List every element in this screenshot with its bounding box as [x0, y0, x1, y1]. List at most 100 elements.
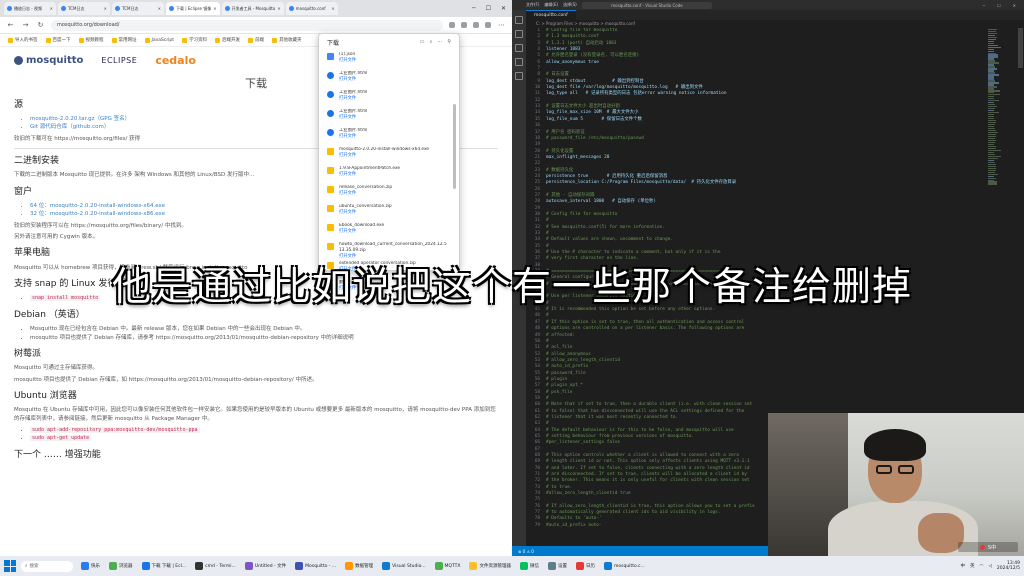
- folder-icon[interactable]: ▭: [420, 39, 425, 45]
- download-item[interactable]: 工业图片.html 打开文件: [319, 126, 459, 145]
- maximize-button[interactable]: ☐: [486, 5, 491, 12]
- browser-tab[interactable]: 开发者工具 - Mosquitto ✕: [221, 2, 284, 15]
- bookmark-item[interactable]: JavaScript: [144, 37, 174, 43]
- url-input[interactable]: mosquitto.org/download/: [51, 19, 443, 31]
- bookmark-item[interactable]: 前端: [248, 37, 264, 43]
- open-file-link[interactable]: 打开文件: [339, 77, 451, 83]
- taskbar-app[interactable]: Untitled - 文件: [242, 559, 289, 573]
- clock[interactable]: 13:49 2024/12/5: [997, 561, 1020, 572]
- taskbar-app[interactable]: 数据管理: [342, 559, 376, 573]
- browser-tab[interactable]: 播放日志 - 视频 ✕: [4, 2, 56, 15]
- downloads-scrollbar[interactable]: [453, 104, 456, 189]
- bookmark-item[interactable]: 其他收藏夹: [272, 37, 302, 43]
- open-file-link[interactable]: 打开文件: [339, 191, 451, 197]
- more-icon[interactable]: ⋯: [437, 39, 442, 45]
- menu-item[interactable]: 编辑(E): [544, 2, 558, 8]
- open-file-link[interactable]: 打开文件: [339, 115, 451, 121]
- taskbar-app[interactable]: 浏览器: [106, 559, 136, 573]
- download-item[interactable]: mosquitto-2.0.20-install-windows-x64.exe…: [319, 145, 459, 164]
- taskbar-app[interactable]: 文件资源管理器: [466, 559, 514, 573]
- extension-icon[interactable]: [461, 22, 467, 28]
- bookmark-item[interactable]: 视频教程: [78, 37, 104, 43]
- problems-status[interactable]: ⊗ 0 ⚠ 0: [518, 549, 534, 554]
- browser-tab-active[interactable]: 下载 | Eclipse 镜像 ✕: [166, 2, 220, 15]
- bookmark-item[interactable]: 学习资料: [182, 37, 207, 43]
- mosquitto-logo[interactable]: mosquitto: [14, 55, 83, 66]
- bookmark-item[interactable]: 常用网址: [111, 37, 137, 43]
- tab-close-icon[interactable]: ✕: [158, 6, 161, 11]
- back-icon[interactable]: ←: [6, 21, 15, 29]
- minimize-button[interactable]: ─: [472, 5, 476, 12]
- volume-icon[interactable]: ◁: [988, 564, 991, 569]
- cedalo-logo[interactable]: cedalo: [155, 54, 196, 67]
- editor-tab-active[interactable]: mosquitto.conf: [526, 10, 576, 20]
- open-file-link[interactable]: 打开文件: [339, 134, 451, 140]
- breadcrumb[interactable]: C: > Program Files > mosquitto > mosquit…: [526, 20, 1024, 27]
- ime-en[interactable]: 英: [970, 563, 975, 569]
- taskbar-app[interactable]: 下载 下载 | Ecl...: [139, 559, 190, 573]
- open-file-link[interactable]: 打开文件: [339, 153, 451, 159]
- download-item[interactable]: (1).json 打开文件: [319, 50, 459, 69]
- open-file-link[interactable]: 打开文件: [339, 210, 451, 216]
- taskbar-app[interactable]: MQTTX: [432, 559, 464, 573]
- run-debug-icon[interactable]: [515, 58, 523, 66]
- command-center[interactable]: mosquitto.conf - Visual Studio Code: [582, 2, 712, 9]
- tab-close-icon[interactable]: ✕: [213, 6, 216, 11]
- close-button[interactable]: ✕: [1013, 3, 1016, 8]
- pin-icon[interactable]: ⚲: [447, 39, 451, 45]
- download-item[interactable]: Ebook_download.exe 打开文件: [319, 221, 459, 240]
- download-item[interactable]: ubuntu_conversation.zip 打开文件: [319, 202, 459, 221]
- download-item[interactable]: 1.9.8-AppointmentPatch.exe 打开文件: [319, 164, 459, 183]
- browser-tab[interactable]: TCM日志 ✕: [112, 2, 164, 15]
- search-icon[interactable]: [515, 30, 523, 38]
- taskbar-search[interactable]: ⌕ 搜索: [21, 560, 73, 572]
- explorer-icon[interactable]: [515, 16, 523, 24]
- wifi-icon[interactable]: ◠: [980, 564, 984, 569]
- taskbar-app[interactable]: 快乐: [78, 559, 103, 573]
- open-file-link[interactable]: 打开文件: [339, 229, 451, 235]
- editor-scrollbar[interactable]: [1018, 28, 1023, 68]
- extensions-icon[interactable]: [515, 72, 523, 80]
- bookmark-item[interactable]: 后端开发: [215, 37, 240, 43]
- extension-icon[interactable]: [449, 22, 455, 28]
- browser-tab[interactable]: mosquitto.conf ✕: [285, 2, 338, 15]
- download-item[interactable]: howto_download_current_conversation_2024…: [319, 240, 459, 259]
- browser-tab[interactable]: TCM日志 ✕: [58, 2, 110, 15]
- search-icon[interactable]: ⌕: [430, 39, 433, 45]
- open-file-link[interactable]: 打开文件: [339, 58, 451, 64]
- tab-close-icon[interactable]: ✕: [50, 6, 53, 11]
- open-file-link[interactable]: 打开文件: [339, 172, 451, 178]
- profile-icon[interactable]: [485, 22, 491, 28]
- taskbar-app[interactable]: 日历: [573, 559, 598, 573]
- minimize-button[interactable]: ─: [983, 3, 985, 8]
- source-control-icon[interactable]: [515, 44, 523, 52]
- taskbar-app[interactable]: Visual Studio...: [379, 559, 428, 573]
- taskbar-app[interactable]: Mosquitto - ...: [292, 559, 339, 573]
- download-item[interactable]: 工业图片.html 打开文件: [319, 107, 459, 126]
- forward-icon[interactable]: →: [21, 21, 30, 29]
- bookmark-item[interactable]: 导入的书签: [8, 37, 38, 43]
- taskbar-app[interactable]: 微信: [517, 559, 542, 573]
- download-item[interactable]: release_conversation.zip 打开文件: [319, 183, 459, 202]
- tab-close-icon[interactable]: ✕: [277, 6, 280, 11]
- downloads-icon[interactable]: [473, 22, 479, 28]
- ime-zh[interactable]: 中: [961, 563, 966, 569]
- download-item[interactable]: 工业图片.html 打开文件: [319, 88, 459, 107]
- eclipse-logo[interactable]: ECLIPSE: [101, 56, 137, 65]
- start-button[interactable]: [4, 560, 16, 572]
- menu-item[interactable]: 选择(S): [563, 2, 577, 8]
- taskbar-app[interactable]: mosquitto.c...: [601, 559, 648, 573]
- maximize-button[interactable]: ☐: [997, 3, 1001, 8]
- menu-icon[interactable]: ⋯: [497, 21, 506, 29]
- tab-favicon-icon: [115, 6, 120, 11]
- menu-item[interactable]: 文件(F): [526, 2, 539, 8]
- tab-close-icon[interactable]: ✕: [331, 6, 334, 11]
- download-item[interactable]: 工业图片.html 打开文件: [319, 69, 459, 88]
- close-button[interactable]: ✕: [501, 5, 506, 12]
- refresh-icon[interactable]: ↻: [36, 21, 45, 29]
- taskbar-app[interactable]: cmd - Termi...: [192, 559, 239, 573]
- bookmark-item[interactable]: 百度一下: [45, 37, 71, 43]
- open-file-link[interactable]: 打开文件: [339, 96, 451, 102]
- taskbar-app[interactable]: 设置: [545, 559, 570, 573]
- tab-close-icon[interactable]: ✕: [104, 6, 107, 11]
